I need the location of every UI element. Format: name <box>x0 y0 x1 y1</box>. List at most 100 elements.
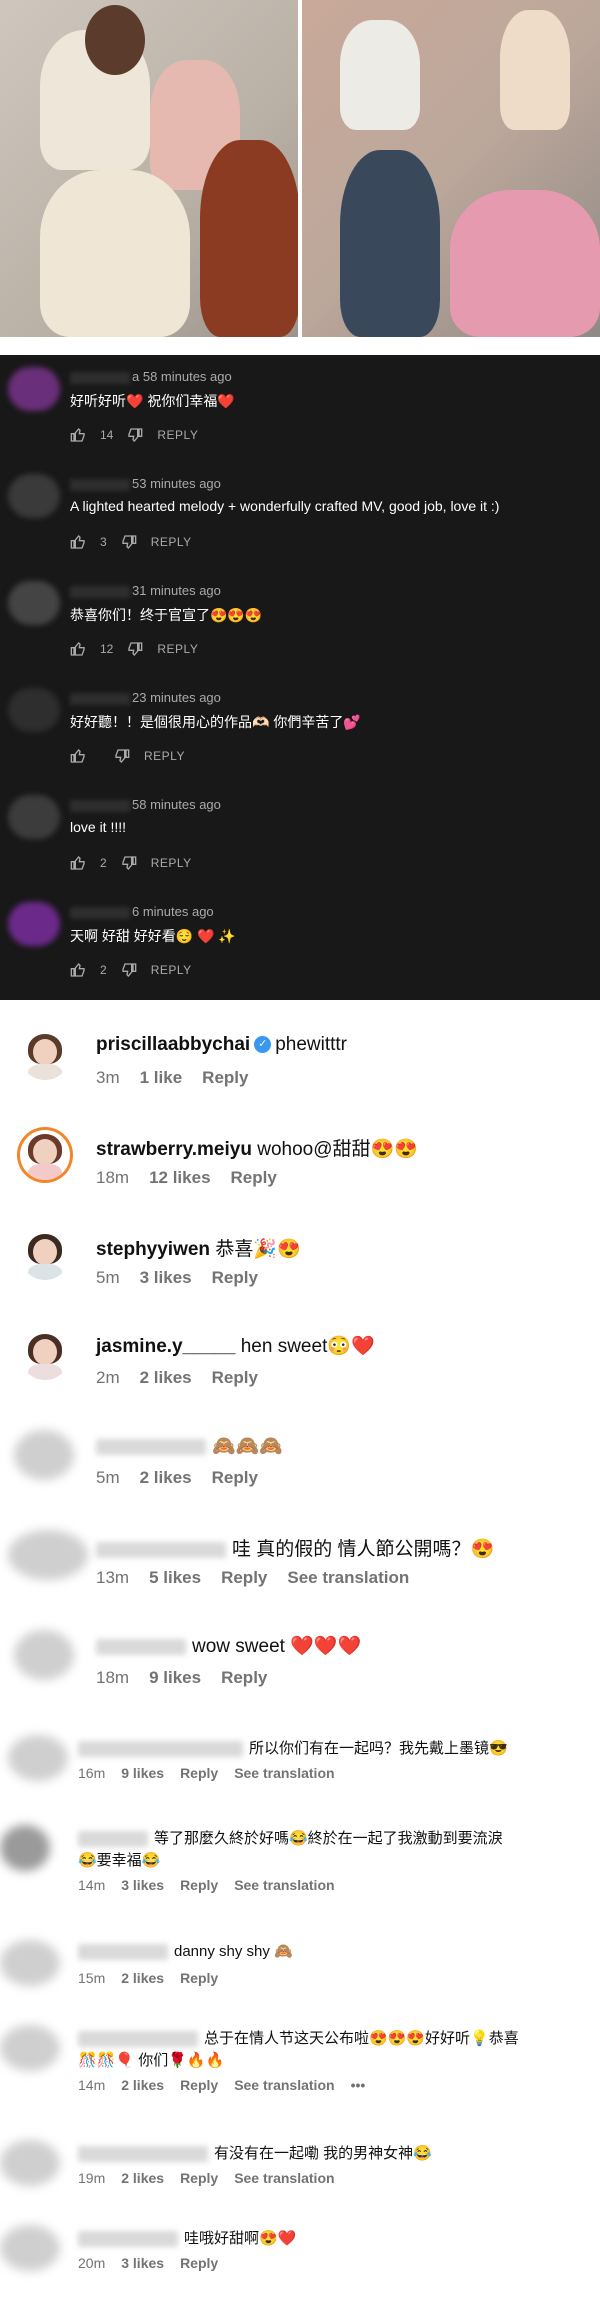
comment-time: 58 minutes ago <box>132 797 221 812</box>
like-count[interactable]: 9 likes <box>149 1668 201 1688</box>
like-count[interactable]: 9 likes <box>121 1765 164 1781</box>
reply-button[interactable]: Reply <box>180 1970 218 1986</box>
username[interactable]: stephyyiwen <box>96 1239 210 1260</box>
comment-meta: 5m 3 likes Reply <box>96 1268 258 1288</box>
blurred-avatar[interactable] <box>14 1630 74 1680</box>
thumbs-down-icon[interactable] <box>127 641 143 657</box>
username[interactable]: jasmine.y_____ <box>96 1336 235 1357</box>
avatar[interactable] <box>8 367 60 411</box>
comment-text: 好听好听❤️ 祝你们幸福❤️ <box>70 393 235 409</box>
reply-button[interactable]: Reply <box>212 1468 258 1488</box>
like-count[interactable]: 2 likes <box>140 1368 192 1388</box>
comment-time: 13m <box>96 1568 130 1587</box>
like-count[interactable]: 3 likes <box>121 1877 164 1893</box>
reply-button[interactable]: Reply <box>202 1068 248 1088</box>
avatar[interactable] <box>20 1130 70 1180</box>
comment-text: wohoo@甜甜😍😍 <box>257 1139 418 1160</box>
thumbs-up-icon[interactable] <box>70 748 86 764</box>
avatar[interactable] <box>8 474 60 518</box>
blurred-avatar[interactable] <box>0 2225 60 2271</box>
thumbs-down-icon[interactable] <box>114 748 130 764</box>
comment-text: 天啊 好甜 好好看😌 ❤️ ✨ <box>70 928 236 944</box>
avatar[interactable] <box>20 1330 70 1380</box>
reply-button[interactable]: Reply <box>221 1568 267 1588</box>
like-count[interactable]: 1 like <box>140 1068 183 1088</box>
thumbs-up-icon[interactable] <box>70 534 86 550</box>
thumbs-down-icon[interactable] <box>121 534 137 550</box>
avatar[interactable] <box>20 1030 70 1080</box>
yt-comment-meta: 53 minutes ago <box>70 476 221 491</box>
like-count[interactable]: 12 likes <box>149 1168 210 1188</box>
avatar[interactable] <box>20 1230 70 1280</box>
yt-comment-meta: a 58 minutes ago <box>70 369 232 384</box>
reply-button[interactable]: Reply <box>180 2170 218 2186</box>
comment-meta: 2m 2 likes Reply <box>96 1368 258 1388</box>
avatar[interactable] <box>8 902 60 946</box>
comment-text: 总于在情人节这天公布啦😍😍😍好好听💡恭喜 <box>204 2030 519 2047</box>
like-count[interactable]: 3 likes <box>140 1268 192 1288</box>
see-translation-link[interactable]: See translation <box>234 2077 334 2093</box>
see-translation-link[interactable]: See translation <box>234 2170 334 2186</box>
comment-line: 🙈🙈🙈 <box>96 1434 283 1458</box>
see-translation-link[interactable]: See translation <box>234 1877 334 1893</box>
reply-button[interactable]: Reply <box>231 1168 277 1188</box>
reply-button[interactable]: Reply <box>212 1368 258 1388</box>
thumbs-up-icon[interactable] <box>70 641 86 657</box>
like-count[interactable]: 2 likes <box>121 2170 164 2186</box>
youtube-comments-panel: a 58 minutes ago 好听好听❤️ 祝你们幸福❤️ 14 REPLY… <box>0 355 600 1000</box>
reply-button[interactable]: Reply <box>180 2077 218 2093</box>
reply-button[interactable]: REPLY <box>144 749 185 763</box>
instagram-comments-panel: priscillaabbychai ✓ phewitttr 3m 1 like Repl… <box>0 1000 600 2307</box>
reply-button[interactable]: REPLY <box>157 428 198 442</box>
like-count: 2 <box>100 963 107 977</box>
comment-meta: 20m 3 likes Reply <box>78 2255 218 2271</box>
username[interactable]: strawberry.meiyu <box>96 1139 252 1160</box>
yt-comment-meta: 23 minutes ago <box>70 690 221 705</box>
blurred-avatar[interactable] <box>14 1430 74 1480</box>
blurred-avatar[interactable] <box>0 1940 60 1986</box>
blurred-avatar[interactable] <box>0 1825 50 1871</box>
like-count[interactable]: 2 likes <box>121 2077 164 2093</box>
like-count: 2 <box>100 856 107 870</box>
avatar[interactable] <box>8 795 60 839</box>
see-translation-link[interactable]: See translation <box>234 1765 334 1781</box>
reply-button[interactable]: Reply <box>212 1268 258 1288</box>
thumbs-down-icon[interactable] <box>127 427 143 443</box>
comment-text: wow sweet ❤️❤️❤️ <box>192 1636 362 1657</box>
person-shape <box>450 190 600 337</box>
like-count[interactable]: 5 likes <box>149 1568 201 1588</box>
comment-time: 23 minutes ago <box>132 690 221 705</box>
person-shape <box>340 20 420 130</box>
comment-line: danny shy shy 🙈 <box>78 1942 293 1961</box>
comment-time: 3m <box>96 1068 120 1087</box>
reply-button[interactable]: REPLY <box>157 642 198 656</box>
comment-time: 5m <box>96 1468 120 1487</box>
reply-button[interactable]: REPLY <box>151 856 192 870</box>
thumbs-up-icon[interactable] <box>70 962 86 978</box>
avatar[interactable] <box>8 581 60 625</box>
thumbs-up-icon[interactable] <box>70 855 86 871</box>
blurred-username <box>78 2231 178 2248</box>
more-options-icon[interactable]: ••• <box>351 2077 366 2093</box>
reply-button[interactable]: REPLY <box>151 535 192 549</box>
thumbs-up-icon[interactable] <box>70 427 86 443</box>
reply-button[interactable]: Reply <box>180 1877 218 1893</box>
reply-button[interactable]: REPLY <box>151 963 192 977</box>
reply-button[interactable]: Reply <box>180 2255 218 2271</box>
blurred-avatar[interactable] <box>0 2140 60 2186</box>
reply-button[interactable]: Reply <box>180 1765 218 1781</box>
blurred-avatar[interactable] <box>0 2025 60 2071</box>
thumbs-down-icon[interactable] <box>121 962 137 978</box>
see-translation-link[interactable]: See translation <box>287 1568 409 1588</box>
thumbs-down-icon[interactable] <box>121 855 137 871</box>
like-count[interactable]: 3 likes <box>121 2255 164 2271</box>
blurred-avatar[interactable] <box>8 1530 88 1580</box>
username[interactable]: priscillaabbychai <box>96 1034 250 1055</box>
blurred-avatar[interactable] <box>8 1735 68 1781</box>
avatar[interactable] <box>8 688 60 732</box>
like-count[interactable]: 2 likes <box>140 1468 192 1488</box>
comment-text: 等了那麼久終於好嗎😂終於在一起了我激動到要流淚 <box>154 1830 503 1847</box>
like-count[interactable]: 2 likes <box>121 1970 164 1986</box>
reply-button[interactable]: Reply <box>221 1668 267 1688</box>
comment-time: 53 minutes ago <box>132 476 221 491</box>
